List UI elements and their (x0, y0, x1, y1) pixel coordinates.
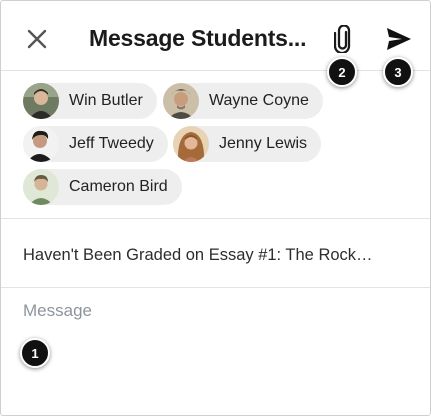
close-icon (27, 29, 47, 49)
subject-field[interactable]: Haven't Been Graded on Essay #1: The Roc… (1, 220, 430, 288)
recipient-chip[interactable]: Win Butler (23, 83, 157, 119)
paperclip-icon (334, 25, 351, 53)
compose-message-dialog: Message Students... 2 3 Win Butler Wayne… (0, 0, 431, 416)
recipient-name: Jeff Tweedy (69, 135, 154, 152)
send-icon (387, 28, 411, 50)
recipient-chip[interactable]: Jenny Lewis (173, 126, 322, 162)
send-button[interactable] (382, 21, 416, 57)
attach-button[interactable] (326, 21, 360, 57)
close-button[interactable] (21, 23, 53, 55)
recipient-name: Win Butler (69, 92, 143, 109)
subject-text: Haven't Been Graded on Essay #1: The Roc… (23, 246, 373, 264)
recipient-name: Cameron Bird (69, 178, 168, 195)
dialog-title: Message Students... (89, 25, 307, 51)
recipients-list: Win Butler Wayne Coyne Jeff Tweedy Jenny… (1, 71, 430, 219)
dialog-header: Message Students... 2 3 (1, 1, 430, 87)
callout-badge-1: 1 (20, 338, 50, 368)
avatar (163, 83, 199, 119)
message-input[interactable] (23, 301, 413, 401)
avatar (23, 126, 59, 162)
recipient-chip[interactable]: Cameron Bird (23, 169, 182, 205)
avatar (173, 126, 209, 162)
recipient-name: Jenny Lewis (219, 135, 308, 152)
recipient-chip[interactable]: Jeff Tweedy (23, 126, 168, 162)
recipient-chip[interactable]: Wayne Coyne (163, 83, 323, 119)
avatar (23, 83, 59, 119)
recipient-name: Wayne Coyne (209, 92, 309, 109)
avatar (23, 169, 59, 205)
